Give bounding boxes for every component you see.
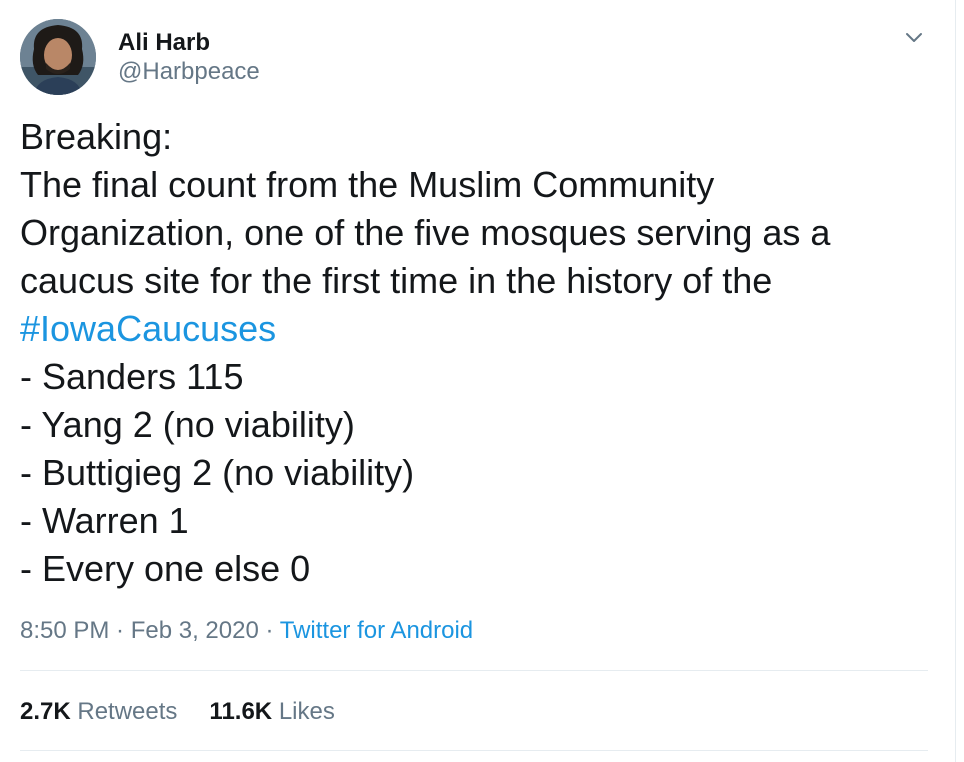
retweets-count: 2.7K bbox=[20, 698, 71, 725]
result-line: - Every one else 0 bbox=[20, 548, 311, 589]
tweet-meta: 8:50 PM · Feb 3, 2020 · Twitter for Andr… bbox=[20, 616, 473, 646]
avatar[interactable] bbox=[20, 19, 96, 95]
avatar-image bbox=[20, 19, 96, 95]
result-line: - Sanders 115 bbox=[20, 356, 244, 397]
tweet-text: Breaking: The final count from the Musli… bbox=[20, 113, 920, 593]
author-handle[interactable]: @Harbpeace bbox=[118, 58, 260, 86]
tweet-line: Organization, one of the five mosques se… bbox=[20, 212, 831, 253]
tweet-line: Breaking: bbox=[20, 116, 173, 157]
likes-stat[interactable]: 11.6K Likes bbox=[209, 698, 334, 725]
retweets-stat[interactable]: 2.7K Retweets bbox=[20, 698, 177, 725]
hashtag-link[interactable]: #IowaCaucuses bbox=[20, 305, 920, 353]
tweet-time[interactable]: 8:50 PM bbox=[20, 617, 109, 644]
meta-separator: · bbox=[258, 617, 280, 644]
author-name[interactable]: Ali Harb bbox=[118, 29, 210, 57]
divider bbox=[20, 750, 928, 751]
tweet-stats: 2.7K Retweets 11.6K Likes bbox=[20, 697, 335, 727]
meta-separator: · bbox=[109, 617, 131, 644]
result-line: - Buttigieg 2 (no viability) bbox=[20, 452, 415, 493]
likes-label: Likes bbox=[278, 698, 335, 725]
result-line: - Warren 1 bbox=[20, 500, 189, 541]
divider bbox=[20, 670, 928, 671]
tweet-source-link[interactable]: Twitter for Android bbox=[280, 617, 473, 644]
tweet-card: Ali Harb @Harbpeace Breaking: The final … bbox=[0, 0, 956, 762]
likes-count: 11.6K bbox=[209, 698, 273, 725]
tweet-date[interactable]: Feb 3, 2020 bbox=[131, 617, 259, 644]
tweet-line: caucus site for the first time in the hi… bbox=[20, 260, 773, 301]
retweets-label: Retweets bbox=[77, 698, 178, 725]
tweet-line: The final count from the Muslim Communit… bbox=[20, 164, 715, 205]
result-line: - Yang 2 (no viability) bbox=[20, 404, 355, 445]
chevron-down-icon[interactable] bbox=[902, 28, 926, 48]
